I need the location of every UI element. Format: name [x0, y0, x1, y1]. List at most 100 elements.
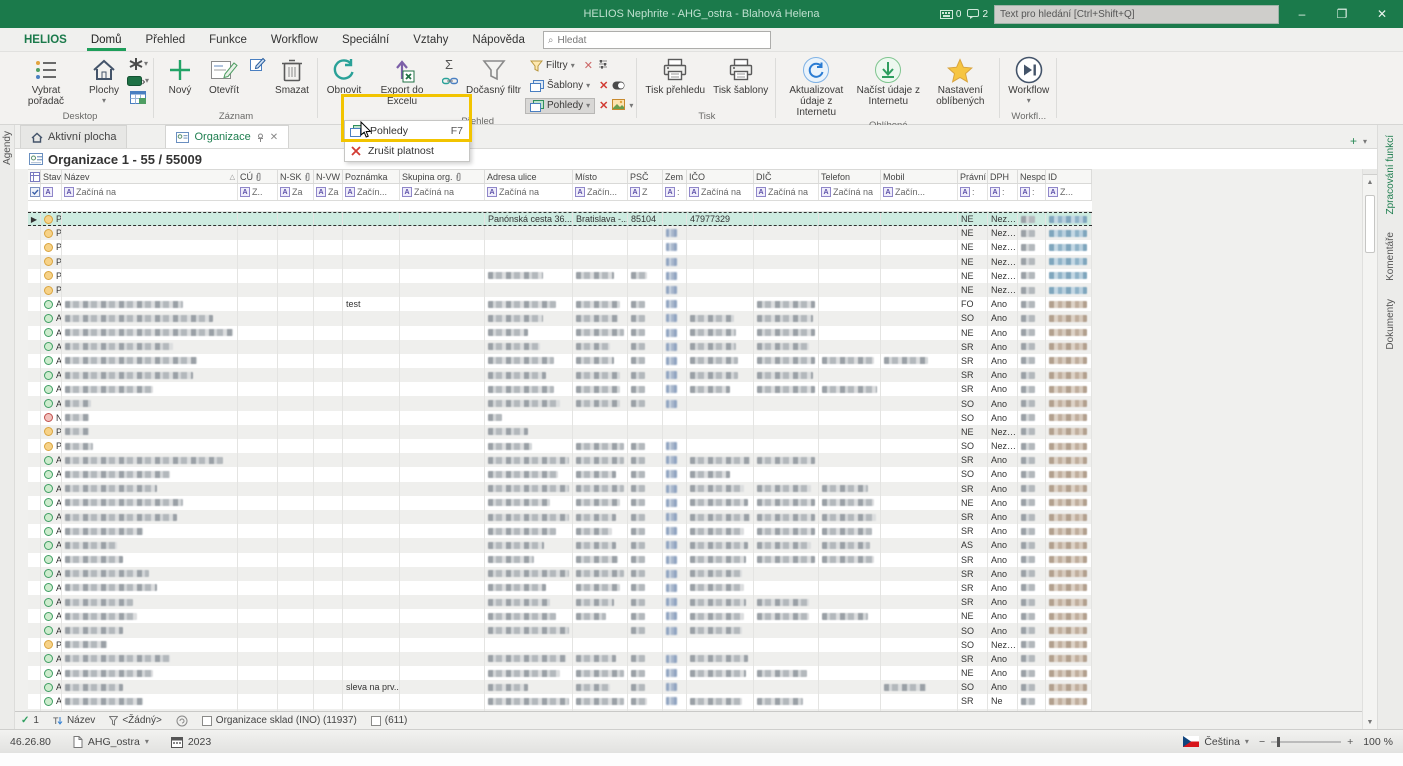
vertical-scrollbar[interactable]: ▲ ▼: [1362, 169, 1377, 729]
ribbon-tab-funkce[interactable]: Funkce: [197, 30, 259, 51]
table-row[interactable]: ASRAno: [28, 524, 1092, 538]
filter-cell-dph[interactable]: A:: [988, 184, 1018, 200]
ribbon-mini-greenrect[interactable]: ▾: [128, 73, 148, 88]
ribbon-button-nastaven-obl-ben-ch[interactable]: Nastavení oblíbených: [924, 54, 996, 108]
new-tab-button[interactable]: +▾: [1350, 134, 1367, 148]
filter-cell-zem[interactable]: A:: [663, 184, 687, 200]
ribbon-button-workflow[interactable]: Workflow▾: [1004, 54, 1053, 106]
restore-button[interactable]: ❐: [1325, 3, 1359, 25]
table-row[interactable]: AASAno: [28, 538, 1092, 552]
table-row[interactable]: ASRAno: [28, 368, 1092, 382]
filter-cell-tel[interactable]: AZačíná na: [819, 184, 881, 200]
side-tab-koment-e[interactable]: Komentáře: [1385, 232, 1396, 281]
filter-checkbox-2[interactable]: (611): [371, 715, 408, 726]
close-tab-icon[interactable]: ✕: [270, 132, 278, 143]
column-header-nvw[interactable]: N-VW: [314, 170, 343, 183]
column-header-dph[interactable]: DPH: [988, 170, 1018, 183]
close-button[interactable]: ✕: [1365, 3, 1399, 25]
filter-cell-nespol[interactable]: A:: [1018, 184, 1046, 200]
menu-item-zru-it-platnost[interactable]: Zrušit platnost: [345, 141, 469, 161]
table-row[interactable]: ASOAno: [28, 623, 1092, 637]
column-header-cu[interactable]: CÚ: [238, 170, 278, 183]
ribbon-mini-editsmall[interactable]: [248, 56, 268, 71]
filter-cell-nvw[interactable]: AZa: [314, 184, 343, 200]
ribbon-tab-helios[interactable]: HELIOS: [12, 30, 79, 51]
table-row[interactable]: ANEAno: [28, 326, 1092, 340]
filter-cell-pravni[interactable]: A:: [958, 184, 988, 200]
clear-filtry-icon[interactable]: ✕: [584, 59, 593, 72]
column-header-adresa[interactable]: Adresa ulice: [485, 170, 573, 183]
column-header-nsk[interactable]: N-SK: [278, 170, 314, 183]
zoom-slider[interactable]: −+: [1259, 736, 1353, 748]
filter-cell-nsk[interactable]: AZa: [278, 184, 314, 200]
column-header-nespol[interactable]: Nespol: [1018, 170, 1046, 183]
table-row[interactable]: ANEAno: [28, 609, 1092, 623]
ribbon-button-vybrat-po-ada-[interactable]: Vybrat pořadač: [10, 54, 82, 108]
ribbon-tab-nápověda[interactable]: Nápověda: [460, 30, 536, 51]
table-row[interactable]: ASOAno: [28, 467, 1092, 481]
column-header-psc[interactable]: PSČ: [628, 170, 663, 183]
table-row[interactable]: ASRAno: [28, 567, 1092, 581]
filter-cell-skup[interactable]: AZačíná na: [400, 184, 485, 200]
column-header-dic[interactable]: DIČ: [754, 170, 819, 183]
filtry-button[interactable]: Filtry▾: [525, 58, 580, 74]
ribbon-tab-workflow[interactable]: Workflow: [259, 30, 330, 51]
period-selector[interactable]: 2023: [171, 736, 211, 748]
ribbon-button-nov-[interactable]: Nový: [158, 54, 202, 97]
ribbon-row-extra[interactable]: [597, 57, 609, 75]
filter-cell-sel[interactable]: [28, 184, 41, 200]
table-row[interactable]: ▶PPanónská cesta 36...Bratislava -...851…: [28, 212, 1092, 226]
ribbon-row-extra[interactable]: [612, 97, 625, 115]
active-filter[interactable]: <Žádný>: [109, 715, 161, 726]
table-row[interactable]: ASRAno: [28, 652, 1092, 666]
column-header-zem[interactable]: Zem: [663, 170, 687, 183]
column-header-pravni[interactable]: Právní f: [958, 170, 988, 183]
table-row[interactable]: PNENez…: [28, 240, 1092, 254]
column-header-nazev[interactable]: Název△: [62, 170, 238, 183]
column-header-misto[interactable]: Místo: [573, 170, 628, 183]
filter-cell-nazev[interactable]: AZačíná na: [62, 184, 238, 200]
table-row[interactable]: ASRAno: [28, 553, 1092, 567]
ribbon-tab-vztahy[interactable]: Vztahy: [401, 30, 460, 51]
filter-cell-cu[interactable]: AZ..: [238, 184, 278, 200]
global-search-input[interactable]: Text pro hledání [Ctrl+Shift+Q]: [994, 5, 1279, 24]
table-row[interactable]: PNENez…: [28, 425, 1092, 439]
menu-item-pohledy[interactable]: PohledyF7: [345, 121, 469, 141]
table-row[interactable]: ASRAno: [28, 482, 1092, 496]
document-tab-aktivn-plocha[interactable]: Aktivní plocha: [20, 125, 127, 148]
pohledy-button[interactable]: Pohledy▾: [525, 98, 595, 114]
table-row[interactable]: ASOAno: [28, 396, 1092, 410]
filter-cell-psc[interactable]: AZ: [628, 184, 663, 200]
table-row[interactable]: Asleva na prv...SOAno: [28, 680, 1092, 694]
side-tab-dokumenty[interactable]: Dokumenty: [1385, 299, 1396, 350]
table-row[interactable]: ASRNe: [28, 694, 1092, 708]
ribbon-tab-přehled[interactable]: Přehled: [134, 30, 198, 51]
ribbon-button-plochy[interactable]: Plochy▾: [82, 54, 126, 106]
table-row[interactable]: PSONez…: [28, 439, 1092, 453]
table-row[interactable]: PSONez…: [28, 638, 1092, 652]
filter-cell-misto[interactable]: AZačín...: [573, 184, 628, 200]
ribbon-tab-domů[interactable]: Domů: [79, 30, 134, 51]
column-header-pozn[interactable]: Poznámka: [343, 170, 400, 183]
column-header-skup[interactable]: Skupina org.: [400, 170, 485, 183]
ribbon-button-na-st-daje-z-internetu[interactable]: Načíst údaje z Internetu: [852, 54, 924, 108]
table-row[interactable]: ASOAno: [28, 311, 1092, 325]
ribbon-mini-tablegrid[interactable]: [128, 90, 148, 105]
table-row[interactable]: ASRAno: [28, 581, 1092, 595]
ribbon-row-extra[interactable]: [612, 77, 625, 95]
ribbon-button-smazat[interactable]: Smazat: [270, 54, 314, 97]
column-header-ico[interactable]: IČO: [687, 170, 754, 183]
minimize-button[interactable]: –: [1285, 3, 1319, 25]
table-row[interactable]: ASRAno: [28, 354, 1092, 368]
table-row[interactable]: ASRAno: [28, 595, 1092, 609]
keyboard-indicator[interactable]: 0: [940, 9, 962, 20]
table-row[interactable]: ANEAno: [28, 496, 1092, 510]
ribbon-search-input[interactable]: ⌕Hledat: [543, 31, 771, 49]
ribbon-mini-sigma[interactable]: Σ: [440, 56, 460, 71]
column-header-mobil[interactable]: Mobil: [881, 170, 958, 183]
filter-cell-mobil[interactable]: AZačín...: [881, 184, 958, 200]
clear-pohledy-icon[interactable]: ✕: [599, 99, 608, 112]
scroll-up-button[interactable]: ▲: [1363, 175, 1377, 189]
language-selector[interactable]: Čeština▾: [1183, 736, 1249, 748]
clear-šablony-icon[interactable]: ✕: [599, 79, 608, 92]
